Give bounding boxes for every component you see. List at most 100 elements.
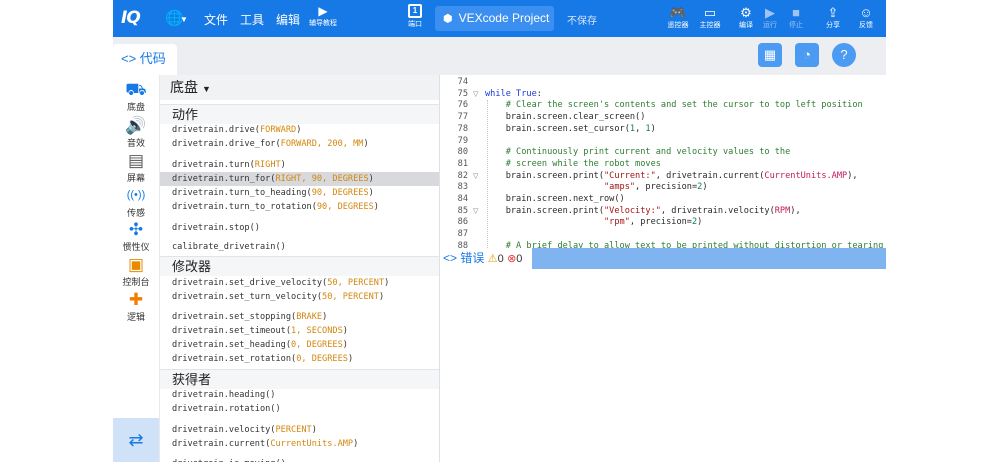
tab-row: <> 代码 ▦ ◔ ? (113, 37, 886, 75)
stop-label: 停止 (789, 22, 803, 29)
code-line[interactable]: # Continuously print current and velocit… (485, 147, 791, 159)
code-line[interactable]: # Clear the screen's contents and set th… (485, 100, 863, 112)
palette-code-snippet[interactable]: drivetrain.turn_to_heading(90, DEGREES) (160, 186, 439, 200)
palette-code-snippet[interactable]: drivetrain.stop() (160, 221, 439, 235)
palette-code-snippet[interactable]: drivetrain.heading() (160, 388, 439, 402)
snippet-close: ) (353, 439, 359, 449)
palette-code-snippet[interactable]: drivetrain.rotation() (160, 402, 439, 416)
controller-button[interactable]: 🎮 遥控器 (663, 5, 693, 30)
menu-edit[interactable]: 编辑 (276, 11, 300, 28)
palette-code-snippet[interactable]: drivetrain.set_heading(0, DEGREES) (160, 338, 439, 352)
category-label: 惯性仪 (122, 242, 150, 252)
code-line[interactable]: "amps", precision=2) (485, 182, 708, 194)
category-sensing[interactable]: ((•)) 传感 (113, 186, 159, 219)
palette-code-snippet[interactable]: drivetrain.turn_to_rotation(90, DEGREES) (160, 200, 439, 214)
palette-header[interactable]: 底盘 ▼ (160, 75, 439, 100)
snippet-function: drivetrain.velocity( (172, 425, 276, 435)
fold-toggle-icon[interactable]: ▽ (473, 172, 478, 180)
category-inertial[interactable]: ✣ 惯性仪 (113, 220, 159, 253)
palette-code-snippet[interactable]: drivetrain.set_rotation(0, DEGREES) (160, 352, 439, 366)
language-caret-icon[interactable]: ▼ (180, 15, 188, 24)
project-name-field[interactable]: ⬢ VEXcode Project (435, 6, 554, 31)
code-token: RPM (774, 205, 791, 216)
category-logic[interactable]: ✚ 逻辑 (113, 290, 159, 323)
stop-button[interactable]: ■ 停止 (781, 5, 811, 30)
code-line[interactable]: brain.screen.next_row() (485, 194, 625, 206)
dashboard-icon[interactable]: ◔ (795, 43, 819, 67)
line-number: 82 (457, 170, 468, 181)
category-label: 传感 (126, 208, 145, 218)
section-actions: 动作 (160, 104, 439, 124)
tab-errors[interactable]: <> 错误 ⚠0 ⊗0 (440, 248, 532, 269)
controller-icon: 🎮 (669, 5, 687, 20)
menu-file[interactable]: 文件 (204, 11, 228, 28)
snippet-close: ) (347, 354, 354, 364)
palette-code-snippet[interactable]: drivetrain.current(CurrentUnits.AMP) (160, 437, 439, 451)
palette-code-snippet[interactable]: drivetrain.set_turn_velocity(50, PERCENT… (160, 290, 439, 304)
palette-code-snippet[interactable]: drivetrain.turn(RIGHT) (160, 158, 439, 172)
category-drivetrain[interactable]: ⛟ 底盘 (113, 80, 159, 113)
snippet-close: ) (342, 340, 348, 350)
category-label: 底盘 (126, 102, 145, 112)
code-token: : (536, 88, 542, 99)
share-button[interactable]: ⇪ 分享 (818, 5, 848, 30)
snippet-arguments: RIGHT, 90, DEGREES (275, 174, 369, 184)
code-token: while (485, 88, 517, 99)
line-number: 75 (457, 88, 468, 99)
line-number: 86 (457, 217, 468, 228)
code-editor[interactable]: 74 75 ▽ while True: 76 # Clear the screen's … (440, 75, 886, 248)
category-screen[interactable]: ▤ 屏幕 (113, 151, 159, 184)
palette-title: 底盘 (170, 79, 198, 95)
code-token: , (635, 123, 646, 134)
snippet-arguments: BRAKE (296, 312, 323, 322)
menu-tools[interactable]: 工具 (240, 11, 264, 28)
category-sounds[interactable]: 🔊 音效 (113, 116, 159, 149)
code-line[interactable]: brain.screen.print("Velocity:", drivetra… (485, 206, 801, 218)
section-modifiers: 修改器 (160, 256, 439, 276)
palette-code-snippet[interactable]: drivetrain.set_timeout(1, SECONDS) (160, 324, 439, 338)
snippet-function: drivetrain.set_drive_velocity( (172, 278, 328, 288)
device-info-icon[interactable]: ▦ (758, 43, 782, 67)
palette-code-snippet[interactable]: drivetrain.turn_for(RIGHT, 90, DEGREES) (160, 172, 439, 186)
palette-code-snippet[interactable]: drivetrain.set_drive_velocity(50, PERCEN… (160, 276, 439, 290)
port-label: 端口 (408, 21, 422, 28)
code-line[interactable]: "rpm", precision=2) (485, 217, 702, 229)
code-token: ), (847, 170, 858, 181)
logic-puzzle-icon: ✚ (128, 290, 144, 309)
palette-code-snippet[interactable]: drivetrain.set_stopping(BRAKE) (160, 310, 439, 324)
snippet-close: ) (296, 125, 302, 135)
code-line[interactable]: # A brief delay to allow text to be prin… (485, 241, 884, 248)
project-name: VEXcode Project (458, 11, 550, 25)
fold-toggle-icon[interactable]: ▽ (473, 90, 478, 98)
code-line[interactable]: while True: (485, 89, 542, 101)
brain-button[interactable]: ▭ 主控器 (695, 5, 725, 30)
fold-toggle-icon[interactable]: ▽ (473, 207, 478, 215)
palette-code-snippet[interactable]: calibrate_drivetrain() (160, 240, 439, 254)
port-button[interactable]: 1 端口 (403, 4, 427, 29)
palette-code-snippet[interactable]: drivetrain.drive(FORWARD) (160, 123, 439, 137)
code-line[interactable]: brain.screen.print("Current:", drivetrai… (485, 171, 858, 183)
share-label: 分享 (826, 22, 840, 29)
line-number: 85 (457, 205, 468, 216)
code-line[interactable]: brain.screen.clear_screen() (485, 112, 646, 124)
palette-code-snippet[interactable]: drivetrain.drive_for(FORWARD, 200, MM) (160, 137, 439, 151)
snippet-function: drivetrain.stop() (172, 223, 260, 233)
palette-code-snippet[interactable]: drivetrain.is_moving() (160, 457, 439, 462)
snippet-close: ) (378, 292, 385, 302)
feedback-icon: ☺ (859, 5, 873, 20)
snippet-function: drivetrain.rotation() (172, 404, 281, 414)
palette-code-snippet[interactable]: drivetrain.velocity(PERCENT) (160, 423, 439, 437)
snippet-close: ) (311, 425, 317, 435)
tab-code[interactable]: <> 代码 (113, 44, 177, 75)
code-token: "amps" (604, 182, 636, 193)
blocks-switch-icon[interactable]: ⇄ (113, 418, 159, 462)
feedback-button[interactable]: ☺ 反馈 (851, 5, 881, 30)
category-console[interactable]: ▣ 控制台 (113, 255, 159, 288)
code-line[interactable]: brain.screen.set_cursor(1, 1) (485, 124, 656, 136)
code-line[interactable]: # screen while the robot moves (485, 159, 661, 171)
tutorials-button[interactable]: ▶ 辅导教程 (306, 5, 340, 28)
share-icon: ⇪ (827, 5, 839, 20)
help-icon[interactable]: ? (832, 43, 856, 67)
